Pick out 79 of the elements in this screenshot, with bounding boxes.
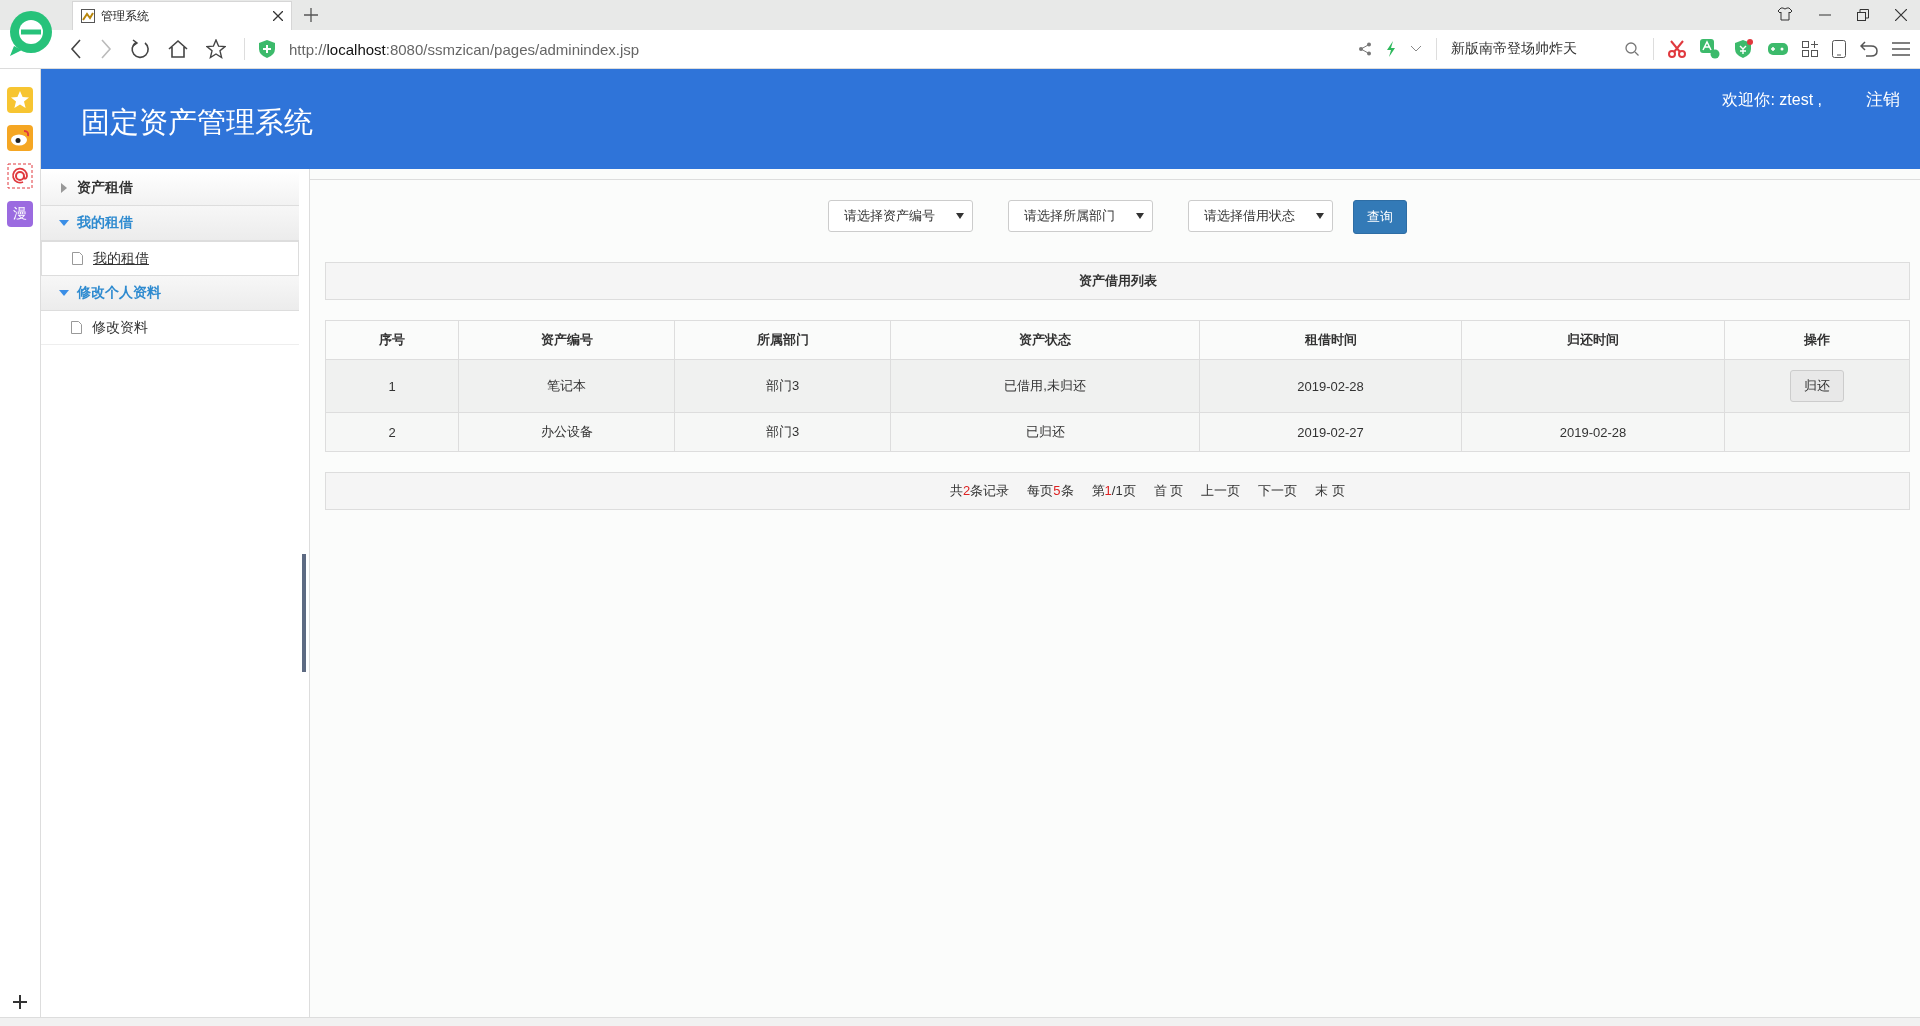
- restore-icon[interactable]: [1857, 9, 1869, 21]
- caret-down-icon: [59, 218, 69, 228]
- tablet-icon[interactable]: [1832, 40, 1846, 58]
- caret-icon[interactable]: [1410, 45, 1422, 53]
- menu-group-label: 资产租借: [77, 179, 133, 197]
- caret-down-icon: [1136, 213, 1144, 219]
- at-sign-icon[interactable]: [7, 163, 33, 189]
- return-button[interactable]: 归还: [1790, 370, 1844, 402]
- dropdown[interactable]: 请选择资产编号: [828, 200, 973, 232]
- caret-down-icon: [956, 213, 964, 219]
- table-cell: 2019-02-27: [1199, 412, 1462, 452]
- page-info: 第1/1页: [1091, 482, 1136, 500]
- dropdown[interactable]: 请选择所属部门: [1008, 200, 1153, 232]
- share-icon[interactable]: [1358, 42, 1372, 56]
- home-icon[interactable]: [168, 39, 188, 59]
- apps-icon[interactable]: [1802, 41, 1818, 57]
- table-cell: 笔记本: [458, 359, 675, 413]
- menu-item-label: 我的租借: [93, 249, 149, 268]
- splitter-handle[interactable]: [302, 554, 306, 672]
- translate-icon[interactable]: [1700, 39, 1720, 59]
- table-cell: 1: [325, 359, 459, 413]
- table-cell: 2019-02-28: [1199, 359, 1462, 413]
- page-link[interactable]: 下一页: [1258, 482, 1298, 500]
- column-header: 租借时间: [1199, 320, 1462, 360]
- menu-item-label: 修改资料: [92, 318, 148, 337]
- shirt-icon[interactable]: [1777, 7, 1793, 21]
- tab-title: 管理系统: [101, 7, 149, 25]
- column-header: 所属部门: [674, 320, 891, 360]
- undo-icon[interactable]: [1860, 41, 1878, 57]
- lightning-icon[interactable]: [1386, 41, 1396, 57]
- table-cell: 2: [325, 412, 459, 452]
- plus-icon[interactable]: [13, 995, 27, 1009]
- address-field[interactable]: http://localhost:8080/ssmzican/pages/adminindex.jsp: [289, 40, 640, 58]
- menu-icon[interactable]: [1892, 42, 1910, 56]
- close-icon[interactable]: [1895, 9, 1907, 21]
- welcome-text: 欢迎你: ztest ,: [1722, 90, 1822, 110]
- column-header: 资产状态: [890, 320, 1200, 360]
- menu-group-label: 我的租借: [77, 214, 133, 232]
- document-icon: [71, 321, 82, 334]
- scissors-icon[interactable]: [1668, 40, 1686, 58]
- search-field[interactable]: 新版南帝登场帅炸天: [1451, 40, 1611, 58]
- menu-item[interactable]: 修改资料: [41, 311, 299, 345]
- caret-down-icon: [59, 288, 69, 298]
- page-icon: [81, 9, 95, 23]
- column-header: 序号: [325, 320, 459, 360]
- page-link[interactable]: 首 页: [1153, 482, 1184, 500]
- caret-down-icon: [1316, 213, 1324, 219]
- menu-group-label: 修改个人资料: [77, 284, 161, 302]
- search-icon[interactable]: [1625, 42, 1639, 56]
- column-header: 资产编号: [458, 320, 675, 360]
- page-link[interactable]: 上一页: [1201, 482, 1241, 500]
- table-cell: 部门3: [674, 359, 891, 413]
- table-cell: 办公设备: [458, 412, 675, 452]
- shield-icon: [259, 40, 275, 58]
- table-cell: 2019-02-28: [1461, 412, 1725, 452]
- gamepad-icon[interactable]: [1768, 41, 1788, 57]
- close-icon[interactable]: [273, 11, 283, 21]
- browser-tab[interactable]: 管理系统: [72, 1, 292, 30]
- column-header: 操作: [1724, 320, 1910, 360]
- shield-icon[interactable]: [1734, 39, 1754, 59]
- logout-link[interactable]: 注销: [1866, 88, 1900, 111]
- app-title: 固定资产管理系统: [81, 105, 313, 140]
- document-icon: [72, 252, 83, 265]
- page-info: 共2条记录: [950, 482, 1010, 500]
- back-icon[interactable]: [70, 39, 82, 59]
- column-header: 归还时间: [1461, 320, 1725, 360]
- table-caption: 资产借用列表: [325, 262, 1910, 300]
- table-cell: 部门3: [674, 412, 891, 452]
- dropdown[interactable]: 请选择借用状态: [1188, 200, 1333, 232]
- table-cell: 已借用,未归还: [890, 359, 1200, 413]
- app-icon[interactable]: 漫: [7, 201, 33, 227]
- page-info: 每页5条: [1027, 482, 1074, 500]
- menu-item[interactable]: 我的租借: [41, 241, 299, 276]
- page-link[interactable]: 末 页: [1315, 482, 1345, 500]
- reload-icon[interactable]: [130, 39, 150, 59]
- table-cell: 已归还: [890, 412, 1200, 452]
- caret-right-icon: [59, 183, 69, 193]
- star-icon[interactable]: [206, 39, 226, 59]
- query-button[interactable]: 查询: [1353, 200, 1407, 234]
